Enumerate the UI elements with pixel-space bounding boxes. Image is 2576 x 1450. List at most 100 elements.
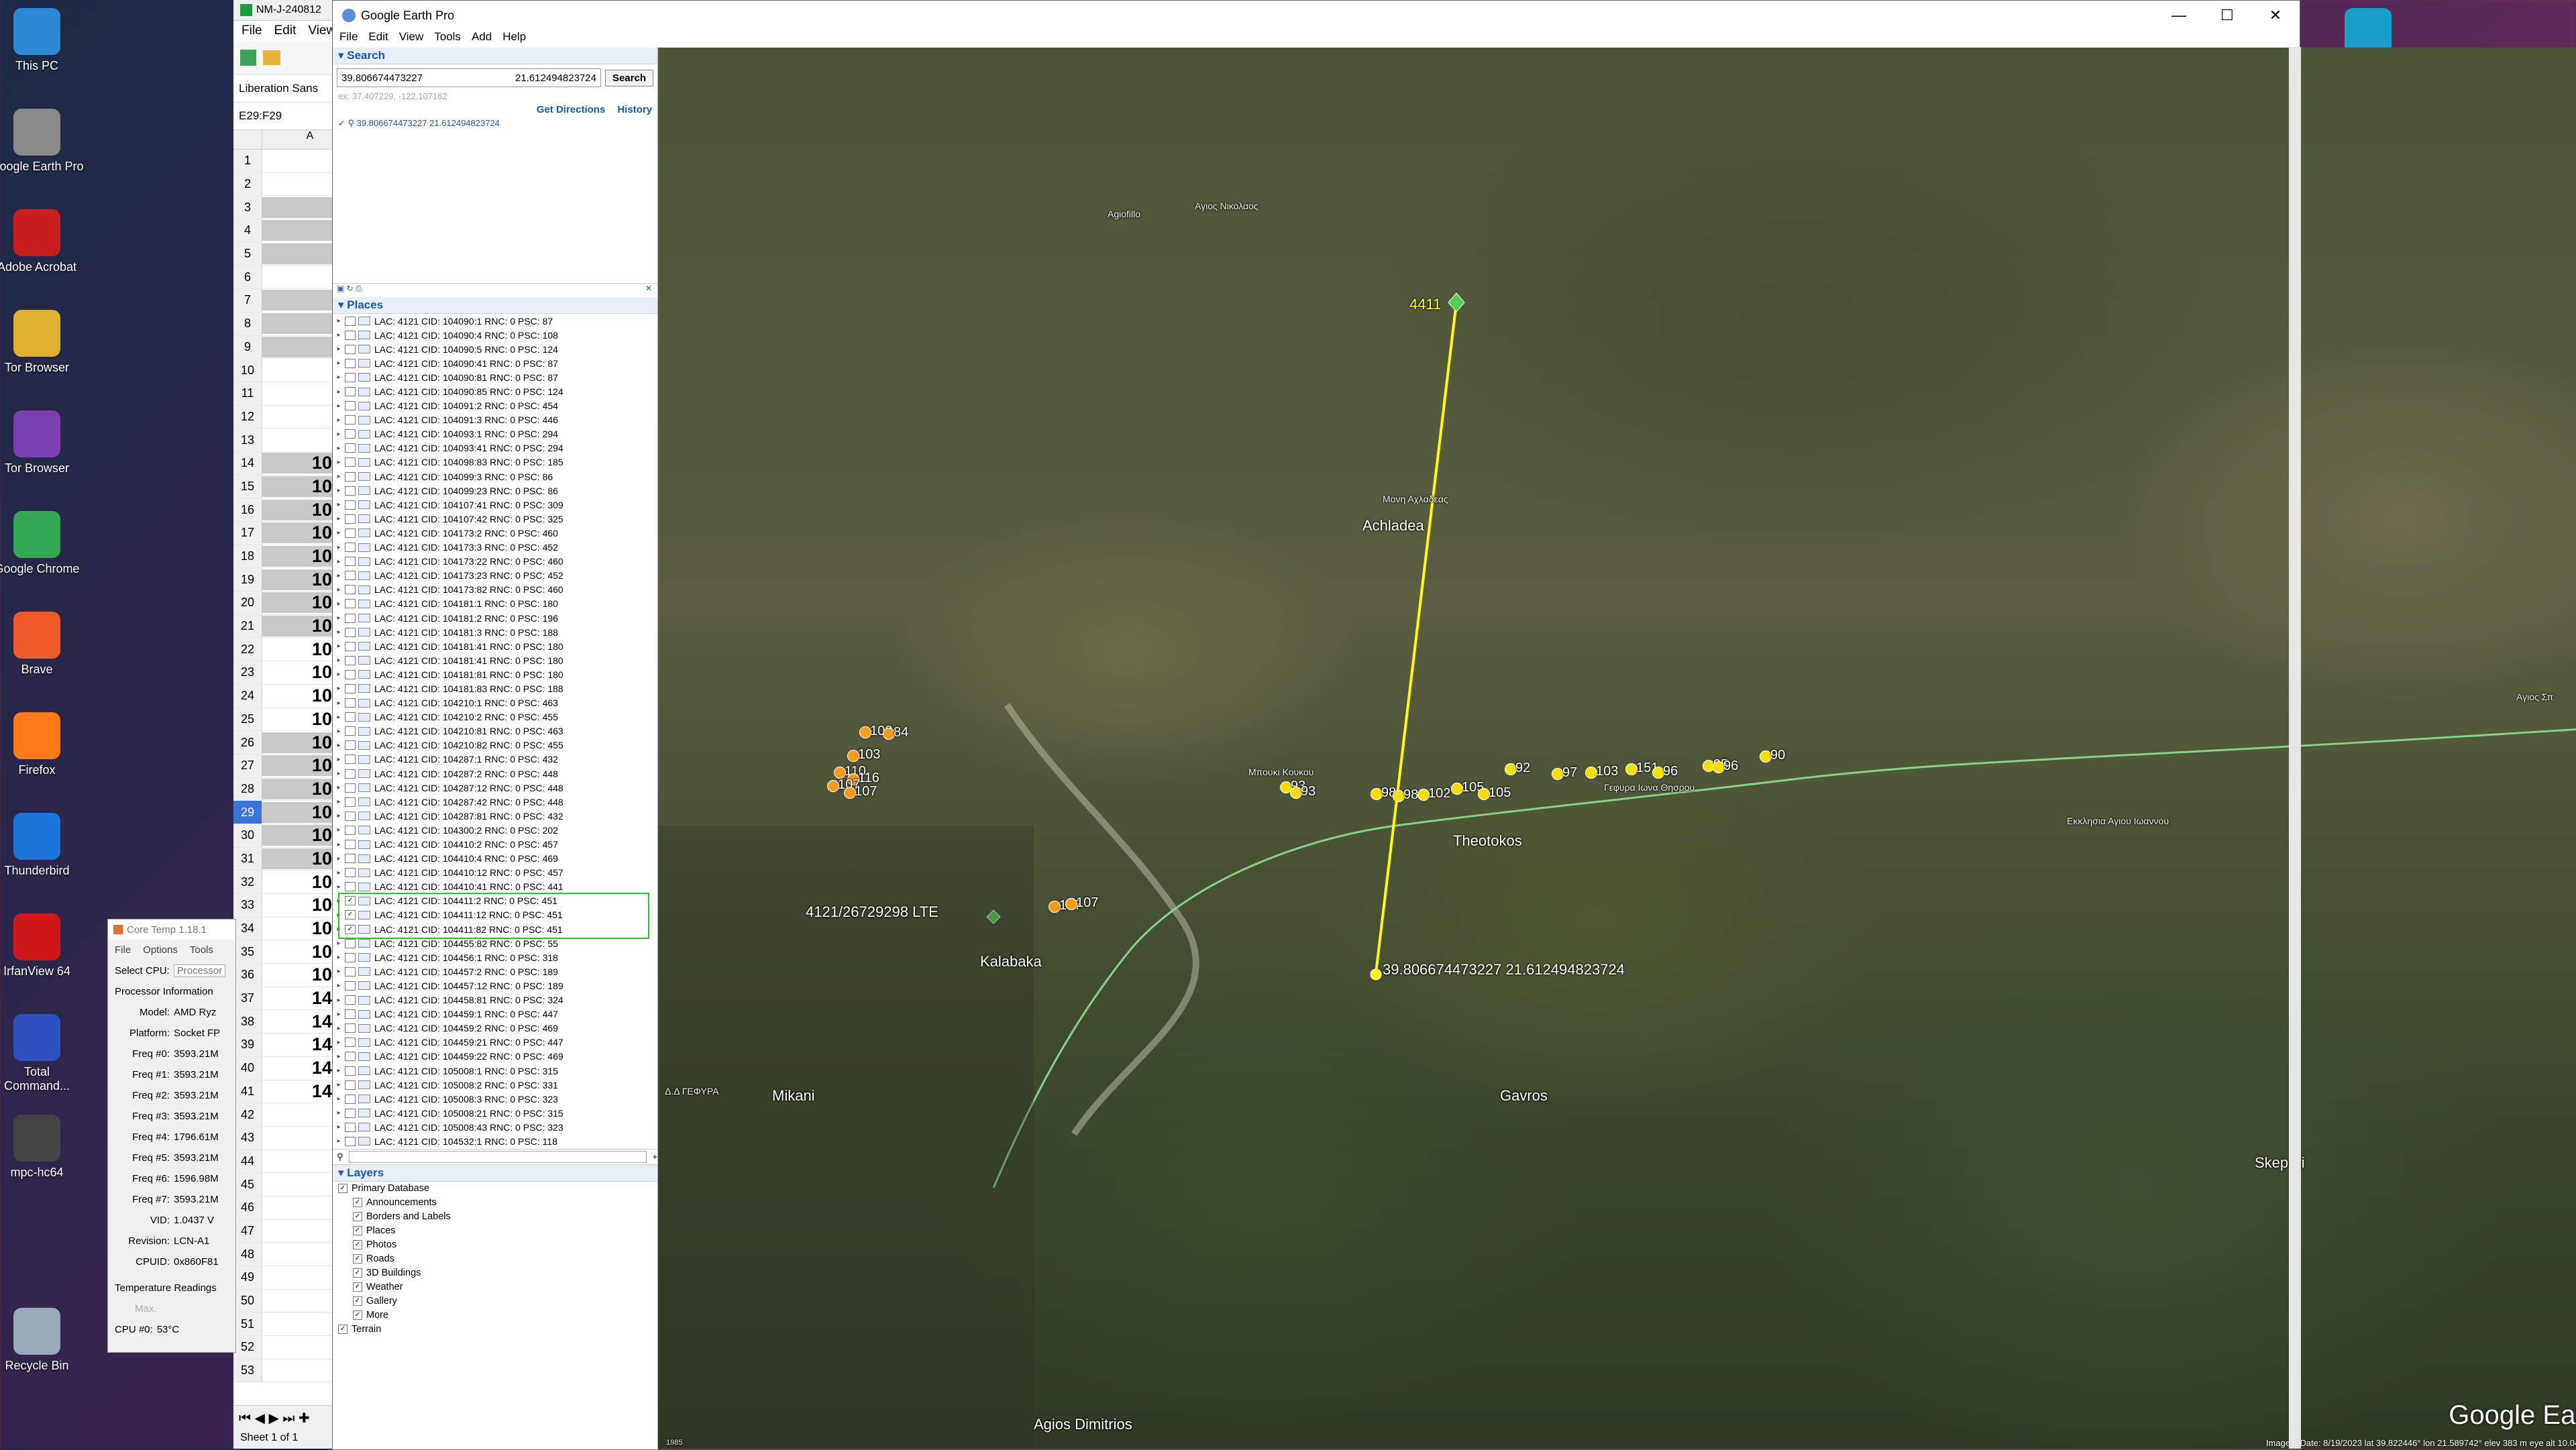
expand-arrow-icon[interactable]: ▸ — [333, 1137, 345, 1145]
desktop-icon-firefox[interactable]: Firefox — [0, 712, 84, 777]
place-checkbox[interactable]: ✓ — [345, 924, 356, 934]
expand-arrow-icon[interactable]: ▸ — [333, 614, 345, 622]
place-item[interactable]: ▸ LAC: 4121 CID: 104181:2 RNC: 0 PSC: 196 — [333, 611, 657, 625]
expand-arrow-icon[interactable]: ▸ — [333, 742, 345, 749]
place-checkbox[interactable] — [345, 854, 356, 864]
expand-arrow-icon[interactable]: ▸ — [333, 586, 345, 594]
expand-arrow-icon[interactable]: ▸ — [333, 940, 345, 947]
place-item[interactable]: ▸ LAC: 4121 CID: 104410:12 RNC: 0 PSC: 45… — [333, 866, 657, 880]
expand-arrow-icon[interactable]: ▸ — [333, 714, 345, 721]
place-item[interactable]: ▸ LAC: 4121 CID: 104210:82 RNC: 0 PSC: 45… — [333, 738, 657, 752]
place-item[interactable]: ▸ LAC: 4121 CID: 104457:2 RNC: 0 PSC: 189 — [333, 964, 657, 979]
select-cpu-dropdown[interactable]: Processor — [173, 964, 226, 977]
place-checkbox[interactable] — [345, 571, 356, 581]
expand-arrow-icon[interactable]: ▸ — [333, 982, 345, 989]
row-number[interactable]: 7 — [233, 289, 262, 312]
row-number[interactable]: 53 — [233, 1359, 262, 1382]
place-item[interactable]: ▸ LAC: 4121 CID: 104287:81 RNC: 0 PSC: 43… — [333, 809, 657, 823]
layer-item[interactable]: ✓ Terrain — [333, 1323, 657, 1337]
place-checkbox[interactable] — [345, 655, 356, 665]
row-number[interactable]: 21 — [233, 614, 262, 638]
expand-arrow-icon[interactable]: ▸ — [333, 869, 345, 877]
place-checkbox[interactable] — [345, 401, 356, 411]
place-checkbox[interactable] — [345, 1052, 356, 1062]
desktop-icon-irfanview-64[interactable]: IrfanView 64 — [0, 913, 84, 979]
expand-arrow-icon[interactable]: ▸ — [333, 544, 345, 551]
layer-item[interactable]: ✓ Borders and Labels — [333, 1210, 657, 1224]
ge-menu-file[interactable]: File — [339, 30, 358, 48]
expand-arrow-icon[interactable]: ▸ — [333, 1109, 345, 1117]
coretemp-menu-options[interactable]: Options — [143, 944, 178, 956]
ge-titlebar[interactable]: Google Earth Pro — ☐ ✕ — [333, 1, 2300, 30]
place-item[interactable]: ▸ ✓ LAC: 4121 CID: 104411:2 RNC: 0 PSC: 45… — [333, 894, 657, 908]
places-search-icon[interactable]: ⚲ — [337, 1152, 343, 1162]
place-item[interactable]: ▸ ✓ LAC: 4121 CID: 104411:82 RNC: 0 PSC: 4… — [333, 922, 657, 936]
place-checkbox[interactable]: ✓ — [345, 910, 356, 920]
place-checkbox[interactable] — [345, 585, 356, 595]
expand-arrow-icon[interactable]: ▸ — [333, 770, 345, 777]
panel-toolbar[interactable]: ▣ ↻ ⎙ ✕ — [333, 284, 657, 297]
expand-arrow-icon[interactable]: ▸ — [333, 331, 345, 339]
place-item[interactable]: ▸ LAC: 4121 CID: 104098:83 RNC: 0 PSC: 18… — [333, 455, 657, 469]
place-item[interactable]: ▸ LAC: 4121 CID: 104181:81 RNC: 0 PSC: 18… — [333, 667, 657, 681]
row-number[interactable]: 22 — [233, 638, 262, 661]
row-number[interactable]: 45 — [233, 1173, 262, 1196]
place-item[interactable]: ▸ LAC: 4121 CID: 104173:2 RNC: 0 PSC: 460 — [333, 526, 657, 540]
place-checkbox[interactable] — [345, 966, 356, 977]
layer-checkbox[interactable]: ✓ — [353, 1282, 362, 1292]
layer-checkbox[interactable]: ✓ — [353, 1212, 362, 1222]
place-checkbox[interactable] — [345, 726, 356, 736]
place-item[interactable]: ▸ LAC: 4121 CID: 105008:3 RNC: 0 PSC: 323 — [333, 1092, 657, 1106]
row-number[interactable]: 18 — [233, 545, 262, 568]
expand-arrow-icon[interactable]: ▸ — [333, 728, 345, 735]
layer-checkbox[interactable]: ✓ — [353, 1268, 362, 1278]
place-item[interactable]: ▸ LAC: 4121 CID: 104181:41 RNC: 0 PSC: 18… — [333, 639, 657, 653]
row-number[interactable]: 13 — [233, 429, 262, 451]
ge-menu-view[interactable]: View — [399, 30, 424, 48]
place-checkbox[interactable] — [345, 514, 356, 524]
place-checkbox[interactable] — [345, 811, 356, 821]
place-item[interactable]: ▸ LAC: 4121 CID: 104532:1 RNC: 0 PSC: 118 — [333, 1134, 657, 1148]
place-item[interactable]: ▸ LAC: 4121 CID: 104410:2 RNC: 0 PSC: 457 — [333, 837, 657, 851]
expand-arrow-icon[interactable]: ▸ — [333, 1095, 345, 1103]
expand-arrow-icon[interactable]: ▸ — [333, 359, 345, 367]
expand-arrow-icon[interactable]: ▸ — [333, 855, 345, 862]
desktop-icon-thunderbird[interactable]: Thunderbird — [0, 813, 84, 878]
row-number[interactable]: 49 — [233, 1266, 262, 1289]
place-checkbox[interactable] — [345, 500, 356, 510]
place-item[interactable]: ▸ LAC: 4121 CID: 105008:2 RNC: 0 PSC: 331 — [333, 1078, 657, 1092]
place-item[interactable]: ▸ LAC: 4121 CID: 104107:42 RNC: 0 PSC: 32… — [333, 512, 657, 526]
row-number[interactable]: 38 — [233, 1010, 262, 1034]
place-checkbox[interactable] — [345, 825, 356, 835]
top-marker[interactable] — [1448, 292, 1465, 313]
desktop-icon-google-chrome[interactable]: Google Chrome — [0, 511, 84, 576]
layer-item[interactable]: ✓ Places — [333, 1224, 657, 1238]
place-item[interactable]: ▸ LAC: 4121 CID: 104210:1 RNC: 0 PSC: 463 — [333, 696, 657, 710]
place-checkbox[interactable] — [345, 981, 356, 991]
place-checkbox[interactable] — [345, 669, 356, 679]
expand-arrow-icon[interactable]: ▸ — [333, 798, 345, 805]
place-checkbox[interactable] — [345, 783, 356, 793]
row-number[interactable]: 19 — [233, 568, 262, 592]
ge-menu-edit[interactable]: Edit — [368, 30, 388, 48]
expand-arrow-icon[interactable]: ▸ — [333, 926, 345, 933]
place-item[interactable]: ▸ LAC: 4121 CID: 104093:1 RNC: 0 PSC: 294 — [333, 427, 657, 441]
place-item[interactable]: ▸ LAC: 4121 CID: 105008:21 RNC: 0 PSC: 31… — [333, 1106, 657, 1120]
desktop-icon-brave[interactable]: Brave — [0, 612, 84, 677]
place-checkbox[interactable] — [345, 457, 356, 467]
place-item[interactable]: ▸ LAC: 4121 CID: 104090:4 RNC: 0 PSC: 108 — [333, 328, 657, 342]
place-checkbox[interactable] — [345, 1094, 356, 1104]
layer-item[interactable]: ✓ Roads — [333, 1252, 657, 1266]
place-checkbox[interactable] — [345, 952, 356, 962]
coord-marker[interactable] — [1370, 968, 1382, 981]
row-number[interactable]: 28 — [233, 777, 262, 801]
search-result[interactable]: ✓ ⚲ 39.806674473227 21.612494823724 — [333, 118, 657, 129]
place-checkbox[interactable] — [345, 995, 356, 1005]
place-checkbox[interactable] — [345, 358, 356, 368]
expand-arrow-icon[interactable]: ▸ — [333, 402, 345, 410]
place-checkbox[interactable] — [345, 712, 356, 722]
place-checkbox[interactable] — [345, 938, 356, 948]
place-item[interactable]: ▸ LAC: 4121 CID: 104210:81 RNC: 0 PSC: 46… — [333, 724, 657, 738]
place-checkbox[interactable] — [345, 344, 356, 354]
place-item[interactable]: ▸ LAC: 4121 CID: 104456:1 RNC: 0 PSC: 318 — [333, 950, 657, 964]
